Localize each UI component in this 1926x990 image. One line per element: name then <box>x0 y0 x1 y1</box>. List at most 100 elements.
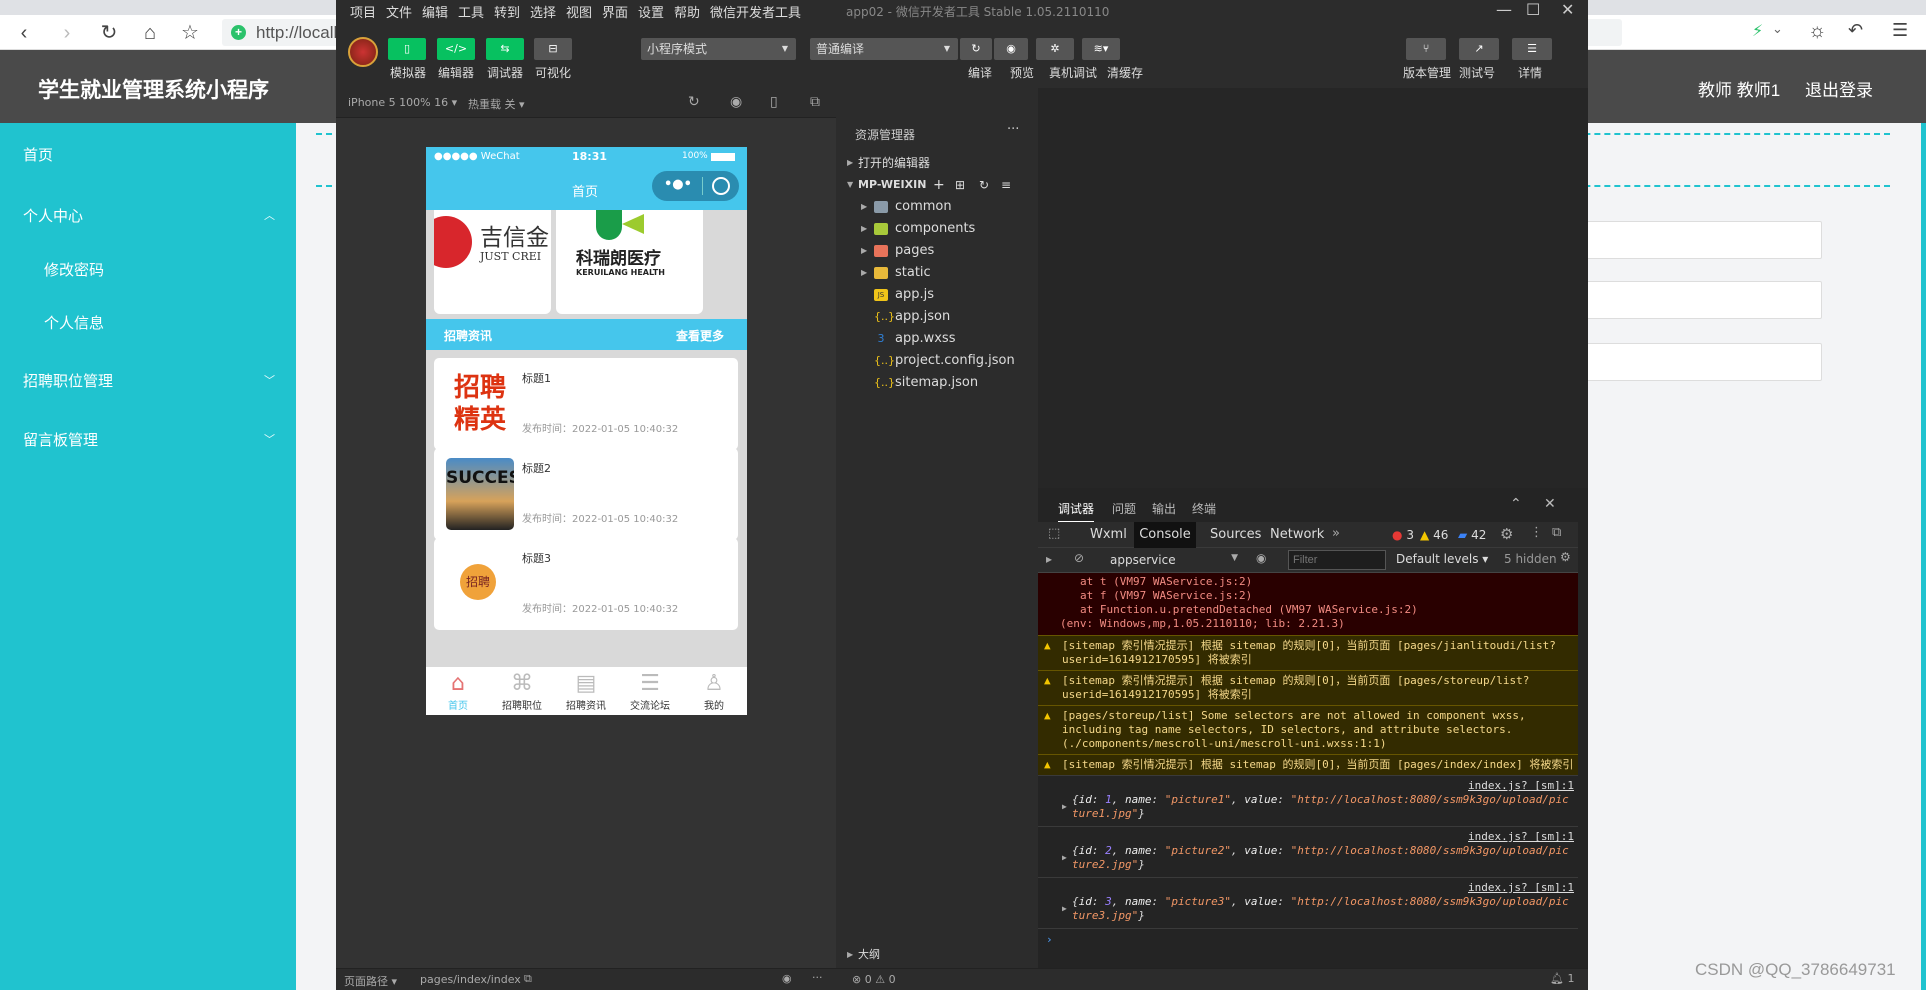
menu-item[interactable]: 设置 <box>638 2 664 21</box>
menu-item[interactable]: 工具 <box>458 2 484 21</box>
collapse-icon[interactable]: ≡ <box>1001 174 1011 196</box>
file-item[interactable]: {..} sitemap.json <box>839 372 1035 394</box>
problems-summary[interactable]: ⊗ 0 ⚠ 0 <box>852 973 896 986</box>
file-item[interactable]: {..} project.config.json <box>839 350 1035 372</box>
eye-icon[interactable]: ◉ <box>1256 551 1266 565</box>
sidebar-item[interactable]: 首页 <box>23 144 53 165</box>
tab-mine[interactable]: ♙ 我的 <box>682 671 746 712</box>
undo-icon[interactable]: ↶ <box>1848 20 1863 41</box>
log-source-link[interactable]: index.js? [sm]:1 <box>1072 881 1574 895</box>
menu-item[interactable]: 转到 <box>494 2 520 21</box>
file-item[interactable]: ▶ static <box>839 262 1035 284</box>
project-section[interactable]: ▼ MP-WEIXIN + ⊞ ↻ ≡ <box>839 174 1035 196</box>
visual-button[interactable]: ⊟ <box>534 38 572 60</box>
tab-debugger[interactable]: 调试器 <box>1058 500 1095 523</box>
home-icon[interactable]: ⌂ <box>138 21 162 45</box>
sidebar-toggle-icon[interactable]: ▸ <box>1046 552 1052 566</box>
debugger-button[interactable]: ⇆ <box>486 38 524 60</box>
clear-cache-button[interactable]: ≋▾ <box>1082 38 1120 60</box>
remote-debug-button[interactable]: ✲ <box>1036 38 1074 60</box>
banner-item[interactable]: 吉信金 JUST CREI <box>434 210 551 314</box>
menu-item[interactable]: 选择 <box>530 2 556 21</box>
new-file-icon[interactable]: + <box>933 174 945 196</box>
error-count[interactable]: ● 3 <box>1392 528 1414 542</box>
open-editors-section[interactable]: ▶ 打开的编辑器 <box>839 152 1035 174</box>
gear-icon[interactable]: ⚙ <box>1560 550 1571 564</box>
levels-select[interactable]: Default levels ▾ <box>1396 552 1488 566</box>
capsule-menu[interactable]: •●• <box>652 171 739 201</box>
stop-icon[interactable]: ◉ <box>730 94 742 110</box>
forward-icon[interactable]: › <box>55 21 79 45</box>
log-source-link[interactable]: index.js? [sm]:1 <box>1072 779 1574 793</box>
log-entry[interactable]: index.js? [sm]:1 ▶ {id: 1, name: "picture1… <box>1038 775 1578 826</box>
banner-item[interactable]: 科瑞朗医疗 KERUILANG HEALTH <box>556 210 703 314</box>
more-icon[interactable]: •●• <box>664 177 692 192</box>
log-entry[interactable]: index.js? [sm]:1 ▶ {id: 2, name: "picture2… <box>1038 826 1578 877</box>
tab-console[interactable]: Console <box>1134 522 1196 548</box>
news-item[interactable]: SUCCES 标题2 发布时间：2022-01-05 10:40:32 <box>434 448 738 540</box>
sidebar-item[interactable]: 留言板管理 <box>23 429 98 450</box>
tab-output[interactable]: 输出 <box>1152 500 1176 517</box>
gear-icon[interactable]: ⚙ <box>1500 525 1513 543</box>
avatar[interactable] <box>348 37 378 67</box>
menu-item[interactable]: 文件 <box>386 2 412 21</box>
back-icon[interactable]: ‹ <box>12 21 36 45</box>
close-icon[interactable]: ✕ <box>1561 0 1574 19</box>
eye-icon[interactable]: ◉ <box>782 972 792 985</box>
test-account-button[interactable]: ↗ <box>1459 38 1499 60</box>
menu-item[interactable]: 视图 <box>566 2 592 21</box>
chevron-down-icon[interactable]: ⌄ <box>1772 21 1783 37</box>
new-folder-icon[interactable]: ⊞ <box>955 174 965 196</box>
preview-button[interactable]: ◉ <box>994 38 1028 60</box>
more-icon[interactable]: ··· <box>812 971 823 984</box>
menu-item[interactable]: 帮助 <box>674 2 700 21</box>
file-item[interactable]: ▶ common <box>839 196 1035 218</box>
clear-icon[interactable]: ⊘ <box>1074 551 1084 565</box>
tab-sources[interactable]: Sources <box>1210 527 1261 542</box>
close-icon[interactable]: ✕ <box>1544 496 1556 512</box>
file-item[interactable]: JS app.js <box>839 284 1035 306</box>
rotate-icon[interactable]: ↻ <box>688 94 700 110</box>
tab-home[interactable]: ⌂ 首页 <box>426 671 490 712</box>
close-mini-icon[interactable] <box>712 177 730 195</box>
tab-network[interactable]: Network <box>1270 527 1324 542</box>
minimize-icon[interactable]: — <box>1496 0 1512 19</box>
tab-terminal[interactable]: 终端 <box>1192 500 1216 517</box>
device-select[interactable]: iPhone 5 100% 16 ▾ <box>348 96 457 109</box>
sidebar-item[interactable]: 修改密码 <box>44 259 104 280</box>
logout-link[interactable]: 退出登录 <box>1805 76 1873 101</box>
file-item[interactable]: {..} app.json <box>839 306 1035 328</box>
news-item[interactable]: 招聘 标题3 发布时间：2022-01-05 10:40:32 <box>434 538 738 630</box>
reload-icon[interactable]: ↻ <box>97 21 121 45</box>
warning-count[interactable]: ▲ 46 <box>1420 528 1448 542</box>
context-select[interactable]: appservice ▼ <box>1106 550 1242 570</box>
details-button[interactable]: ☰ <box>1512 38 1552 60</box>
kebab-icon[interactable]: ⋮ <box>1530 525 1543 540</box>
tab-wxml[interactable]: Wxml <box>1090 527 1127 542</box>
refresh-icon[interactable]: ↻ <box>979 174 989 196</box>
info-count[interactable]: ▰ 42 <box>1458 528 1486 542</box>
compile-button[interactable]: ↻ <box>960 38 992 60</box>
version-button[interactable]: ⑂ <box>1406 38 1446 60</box>
tab-problems[interactable]: 问题 <box>1112 500 1136 517</box>
compile-mode-select[interactable]: 普通编译 ▼ <box>810 38 958 60</box>
news-item[interactable]: 招聘精英 标题1 发布时间：2022-01-05 10:40:32 <box>434 358 738 450</box>
phone-icon[interactable]: ▯ <box>770 94 778 110</box>
more-icon[interactable]: ··· <box>1007 122 1019 137</box>
expand-icon[interactable]: ▶ <box>1062 800 1067 814</box>
outline-section[interactable]: ▶ 大纲 <box>839 944 1035 966</box>
file-item[interactable]: ▶ components <box>839 218 1035 240</box>
tab-news[interactable]: ▤ 招聘资讯 <box>554 671 618 712</box>
dock-icon[interactable]: ⧉ <box>1552 525 1561 540</box>
tab-forum[interactable]: ☰ 交流论坛 <box>618 671 682 712</box>
hot-reload-select[interactable]: 热重载 关 ▾ <box>468 96 525 112</box>
menu-item[interactable]: 微信开发者工具 <box>710 2 801 21</box>
console-prompt[interactable]: › <box>1038 928 1578 950</box>
more-tabs-icon[interactable]: » <box>1332 526 1340 541</box>
view-more-link[interactable]: 查看更多 <box>676 327 724 344</box>
copy-icon[interactable]: ⧉ <box>524 972 532 986</box>
filter-input[interactable] <box>1288 550 1386 570</box>
bolt-icon[interactable]: ⚡ <box>1752 21 1763 41</box>
inspect-icon[interactable]: ⬚ <box>1048 526 1060 541</box>
menu-item[interactable]: 编辑 <box>422 2 448 21</box>
